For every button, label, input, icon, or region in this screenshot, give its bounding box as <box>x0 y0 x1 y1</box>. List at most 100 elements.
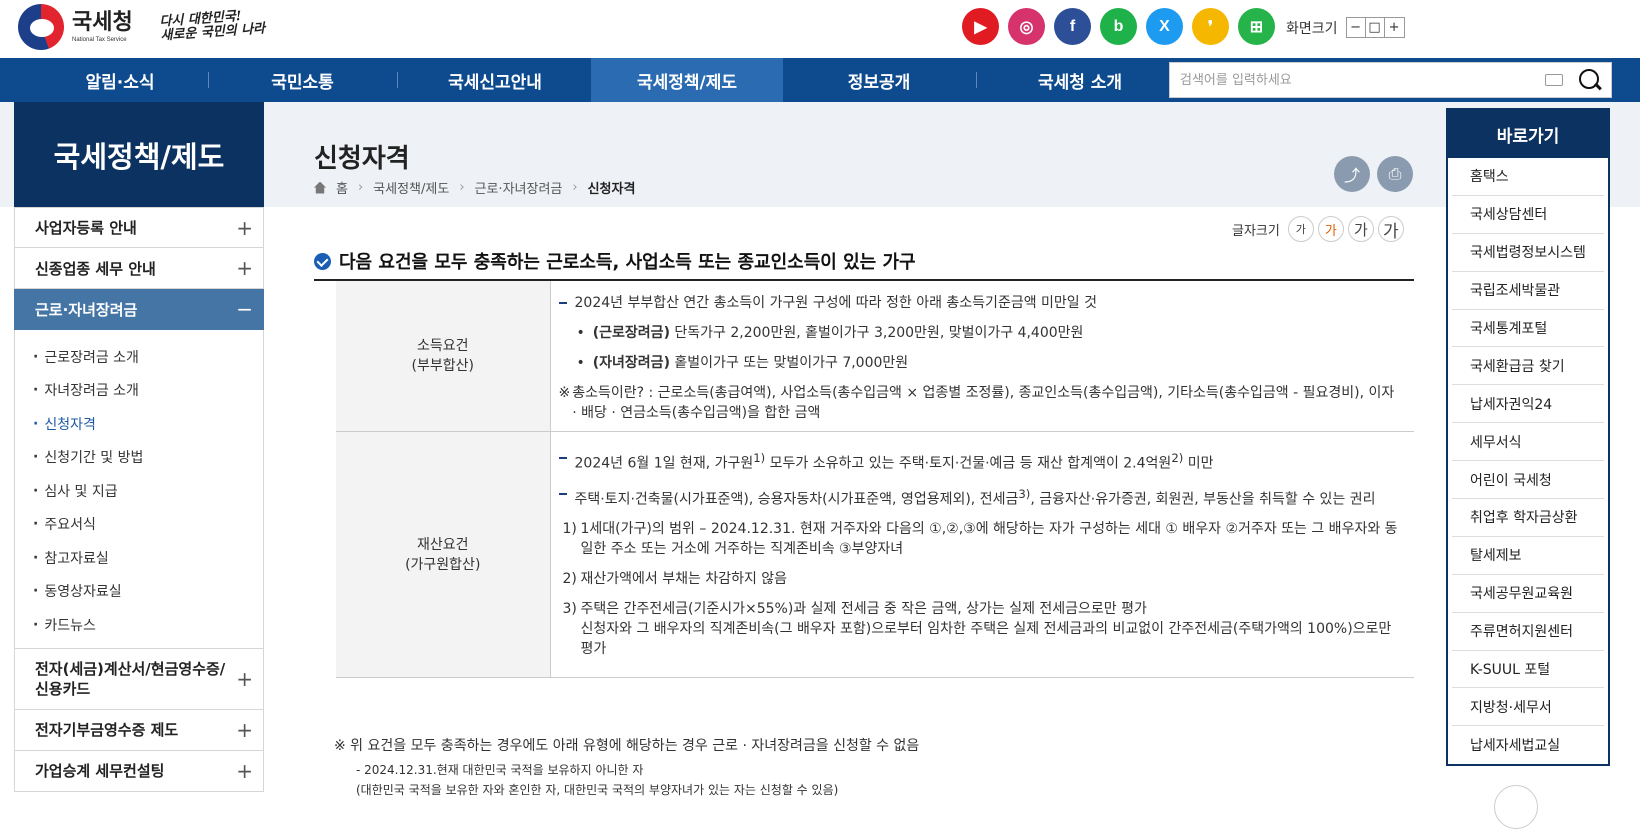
zoom-in-button[interactable]: + <box>1384 18 1404 37</box>
quick-link-item[interactable]: 홈택스 <box>1452 158 1604 196</box>
ineligibility-item: - 2024.12.31.현재 대한민국 국적을 보유하지 아니한 자 <box>356 763 644 777</box>
table-header-cell: 소득요건 (부부합산) <box>336 281 551 432</box>
font-size-xlarge-button[interactable]: 가 <box>1377 216 1404 242</box>
zoom-out-button[interactable]: − <box>1346 18 1366 37</box>
quick-link-item[interactable]: 국세통계포털 <box>1452 310 1604 348</box>
quick-link-item[interactable]: 국세법령정보시스템 <box>1452 234 1604 272</box>
breadcrumb-item[interactable]: 근로·자녀장려금 <box>475 178 563 197</box>
nav-item-news[interactable]: 알림·소식 <box>30 58 210 102</box>
sidebar-item-label: 근로·자녀장려금 <box>35 300 138 319</box>
footnote-3: 3) 주택은 간주전세금(기준시가×55%)과 실제 전세금 중 작은 금액, 상… <box>562 601 1392 658</box>
eligibility-table: 소득요건 (부부합산) 2024년 부부합산 연간 총소득이 가구원 구성에 따… <box>336 281 1414 679</box>
list-item: (근로장려금) 단독가구 2,200만원, 홑벌이가구 3,200만원, 맞벌이… <box>577 323 1401 343</box>
section-heading-text: 다음 요건을 모두 충족하는 근로소득, 사업소득 또는 종교인소득이 있는 가… <box>339 252 916 273</box>
quick-link-item[interactable]: 세무서식 <box>1452 423 1604 462</box>
search-icon[interactable] <box>1575 65 1605 95</box>
screen-zoom-control: 화면크기 − □ + <box>1286 17 1405 38</box>
sidebar-submenu: 근로장려금 소개 자녀장려금 소개 신청자격 신청기간 및 방법 심사 및 지급… <box>14 330 264 648</box>
print-icon: ⎙ <box>1388 164 1402 183</box>
submenu-item[interactable]: 참고자료실 <box>33 541 263 575</box>
sidebar-item-business-registration[interactable]: 사업자등록 안내 + <box>14 207 264 248</box>
submenu-item[interactable]: 자녀장려금 소개 <box>33 374 263 408</box>
print-button[interactable]: ⎙ <box>1377 156 1413 192</box>
submenu-item[interactable]: 심사 및 지급 <box>33 474 263 508</box>
submenu-item[interactable]: 주요서식 <box>33 508 263 542</box>
font-size-control: 글자크기 가 가 가 가 <box>1232 216 1404 242</box>
band-icon[interactable]: ⊞ <box>1238 8 1275 45</box>
sidebar-menu: 사업자등록 안내 + 신종업종 세무 안내 + 근로·자녀장려금 − 근로장려금… <box>14 207 264 792</box>
list-item: (자녀장려금) 홑벌이가구 또는 맞벌이가구 7,000만원 <box>577 353 1401 373</box>
quick-link-item[interactable]: 어린이 국세청 <box>1452 461 1604 500</box>
logo-name: 국세청 <box>72 9 133 35</box>
nav-item-about[interactable]: 국세청 소개 <box>980 58 1180 102</box>
nav-item-tax-policy[interactable]: 국세정책/제도 <box>591 58 783 102</box>
virtual-keyboard-icon[interactable] <box>1545 74 1563 86</box>
quick-link-item[interactable]: 탈세제보 <box>1452 537 1604 575</box>
quick-link-item[interactable]: 국세공무원교육원 <box>1452 575 1604 613</box>
breadcrumb-home[interactable]: 홈 <box>336 178 348 197</box>
blog-icon[interactable]: b <box>1100 8 1137 45</box>
quick-link-item[interactable]: K-SUUL 포털 <box>1452 651 1604 689</box>
breadcrumb-item[interactable]: 국세정책/제도 <box>373 178 449 197</box>
sidebar-title: 국세정책/제도 <box>14 102 264 207</box>
font-size-large-button[interactable]: 가 <box>1347 216 1374 242</box>
instagram-icon[interactable]: ◎ <box>1008 8 1045 45</box>
quick-link-item[interactable]: 지방청·세무서 <box>1452 688 1604 727</box>
nts-logo[interactable]: 국세청 National Tax Service <box>18 4 133 50</box>
income-label-sub: (부부합산) <box>411 358 474 374</box>
quick-link-item[interactable]: 납세자권익24 <box>1452 385 1604 424</box>
sidebar-item-label: 신종업종 세무 안내 <box>35 259 156 278</box>
quick-link-item[interactable]: 주류면허지원센터 <box>1452 613 1604 651</box>
quick-link-item[interactable]: 국세환급금 찾기 <box>1452 347 1604 386</box>
zoom-label: 화면크기 <box>1286 20 1338 37</box>
submenu-item[interactable]: 동영상자료실 <box>33 575 263 609</box>
plus-icon: + <box>236 758 253 783</box>
plus-icon: + <box>236 256 253 280</box>
income-label: 소득요건 <box>416 338 469 354</box>
section-heading: 다음 요건을 모두 충족하는 근로소득, 사업소득 또는 종교인소득이 있는 가… <box>314 248 916 274</box>
submenu-item[interactable]: 근로장려금 소개 <box>33 340 263 374</box>
quick-link-item[interactable]: 국세상담센터 <box>1452 196 1604 234</box>
ineligibility-note: ※ 위 요건을 모두 충족하는 경우에도 아래 유형에 해당하는 경우 근로 ·… <box>334 738 920 754</box>
check-circle-icon <box>314 252 331 270</box>
nav-item-tax-filing[interactable]: 국세신고안내 <box>400 58 590 102</box>
zoom-reset-button[interactable]: □ <box>1365 18 1385 37</box>
sidebar-item-e-donation-receipt[interactable]: 전자기부금영수증 제도 + <box>14 709 264 751</box>
footnote-1: 1) 1세대(가구)의 범위 – 2024.12.31. 현재 거주자와 다음의 … <box>562 521 1398 558</box>
property-label-sub: (가구원합산) <box>405 556 481 573</box>
facebook-icon[interactable]: f <box>1054 8 1091 45</box>
sidebar-item-label: 전자기부금영수증 제도 <box>35 721 179 739</box>
breadcrumb: 홈 › 국세정책/제도 › 근로·자녀장려금 › 신청자격 <box>314 178 635 197</box>
sidebar-item-succession-consulting[interactable]: 가업승계 세무컨설팅 + <box>14 750 264 792</box>
quick-link-item[interactable]: 국립조세박물관 <box>1452 272 1604 310</box>
sidebar-item-e-invoice[interactable]: 전자(세금)계산서/현금영수증/신용카드 + <box>14 647 264 710</box>
quick-links-panel: 바로가기 홈택스 국세상담센터 국세법령정보시스템 국립조세박물관 국세통계포털 국세환급… <box>1446 108 1610 766</box>
submenu-item-active[interactable]: 신청자격 <box>33 407 263 441</box>
plus-icon: + <box>236 215 253 240</box>
quick-link-item[interactable]: 납세자세법교실 <box>1452 726 1604 764</box>
table-header-cell: 재산요건 (가구원합산) <box>336 431 551 679</box>
share-icon: ⤴ <box>1343 166 1360 185</box>
font-size-label: 글자크기 <box>1232 223 1280 239</box>
quick-link-item[interactable]: 취업후 학자금상환 <box>1452 499 1604 537</box>
nav-item-disclosure[interactable]: 정보공개 <box>784 58 974 102</box>
sidebar-item-new-industry[interactable]: 신종업종 세무 안내 + <box>14 248 264 289</box>
font-size-small-button[interactable]: 가 <box>1287 216 1314 242</box>
submenu-item[interactable]: 카드뉴스 <box>33 608 263 642</box>
logo-subtitle: National Tax Service <box>72 36 127 43</box>
property-label: 재산요건 <box>416 536 469 553</box>
scroll-top-button[interactable] <box>1494 785 1538 829</box>
search-input[interactable] <box>1170 63 1545 97</box>
submenu-item[interactable]: 신청기간 및 방법 <box>33 441 263 475</box>
quick-links-title: 바로가기 <box>1448 110 1608 158</box>
share-button[interactable]: ⤴ <box>1334 156 1370 192</box>
sidebar-item-label: 전자(세금)계산서/현금영수증/신용카드 <box>35 659 226 698</box>
kakao-story-icon[interactable]: ❜ <box>1192 8 1229 45</box>
x-icon[interactable]: X <box>1146 8 1183 45</box>
youtube-icon[interactable]: ▶ <box>962 8 999 45</box>
footnote-2: 2) 재산가액에서 부채는 차감하지 않음 <box>562 571 788 588</box>
sidebar-item-earned-income-credit[interactable]: 근로·자녀장려금 − <box>14 289 264 330</box>
font-size-normal-button[interactable]: 가 <box>1317 216 1344 242</box>
nav-item-communication[interactable]: 국민소통 <box>210 58 395 102</box>
site-header: 국세청 National Tax Service 다시 대한민국! 새로운 국민… <box>0 0 1640 58</box>
